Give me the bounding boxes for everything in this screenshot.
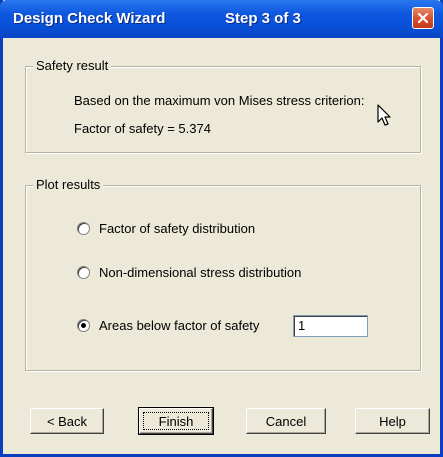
title-bar[interactable]: Design Check Wizard Step 3 of 3 xyxy=(0,0,443,38)
radio-factor-of-safety-distribution[interactable] xyxy=(77,222,90,235)
option-areas-below-factor-of-safety[interactable]: Areas below factor of safety xyxy=(77,318,259,333)
help-button[interactable]: Help xyxy=(355,408,430,434)
mouse-pointer-icon xyxy=(377,104,391,126)
option-label: Non-dimensional stress distribution xyxy=(99,265,302,280)
factor-of-safety-threshold-input[interactable]: 1 xyxy=(293,315,368,337)
option-label: Factor of safety distribution xyxy=(99,221,256,236)
wizard-step-indicator: Step 3 of 3 xyxy=(225,10,301,27)
radio-non-dimensional-stress-distribution[interactable] xyxy=(77,266,90,279)
option-factor-of-safety-distribution[interactable]: Factor of safety distribution xyxy=(77,221,255,236)
finish-button[interactable]: Finish xyxy=(138,407,214,435)
safety-result-group: Safety result xyxy=(25,58,421,153)
safety-result-label: Safety result xyxy=(33,58,112,73)
criterion-text: Based on the maximum von Mises stress cr… xyxy=(74,93,365,108)
factor-of-safety-value: Factor of safety = 5.374 xyxy=(74,121,211,136)
cancel-button[interactable]: Cancel xyxy=(246,408,326,434)
window-title: Design Check Wizard xyxy=(13,10,166,27)
design-check-wizard-dialog: Design Check Wizard Step 3 of 3 Safety r… xyxy=(0,0,443,457)
close-icon xyxy=(417,12,429,24)
option-label: Areas below factor of safety xyxy=(99,318,260,333)
back-button[interactable]: < Back xyxy=(30,408,104,434)
close-button[interactable] xyxy=(412,7,434,29)
plot-results-label: Plot results xyxy=(33,177,104,192)
radio-areas-below-factor-of-safety[interactable] xyxy=(77,319,90,332)
option-non-dimensional-stress-distribution[interactable]: Non-dimensional stress distribution xyxy=(77,265,301,280)
